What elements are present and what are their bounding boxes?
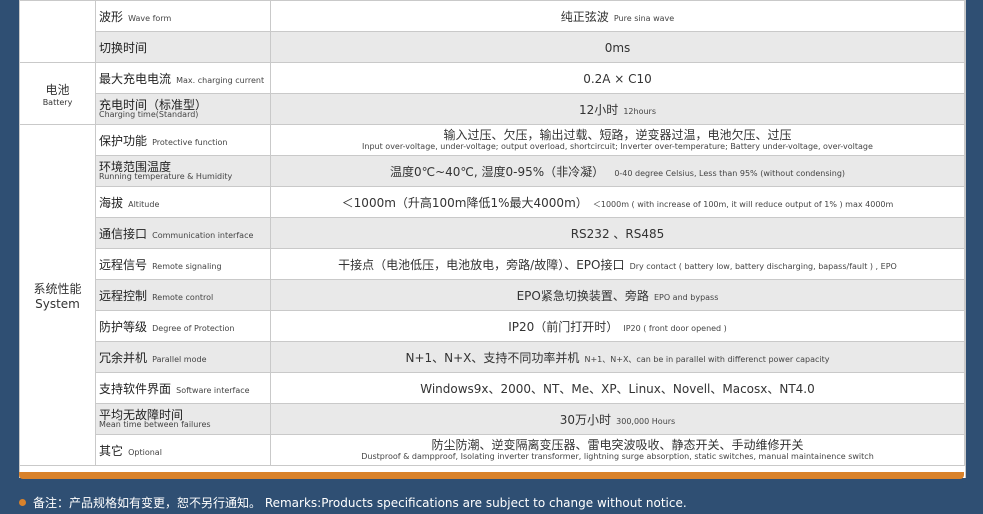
row-value: 12小时 12hours [270,93,965,125]
row-value: 干接点（电池低压，电池放电，旁路/故障）、EPO接口 Dry contact (… [270,248,965,280]
table-row: 通信接口 Communication interface RS232 、RS48… [20,217,965,249]
row-value: 0.2A × C10 [270,62,965,94]
row-value: 0ms [270,31,965,63]
row-value: RS232 、RS485 [270,217,965,249]
row-value: 30万小时 300,000 Hours [270,403,965,435]
table-row: 支持软件界面 Software interface Windows9x、2000… [20,372,965,404]
category-system: 系统性能 System [19,124,96,466]
row-label: 海拔 Altitude [95,186,271,218]
table-row: 平均无故障时间 Mean time between failures 30万小时 … [20,403,965,435]
category-output-cell [19,0,96,63]
row-label: 通信接口 Communication interface [95,217,271,249]
table-row: 远程信号 Remote signaling 干接点（电池低压，电池放电，旁路/故… [20,248,965,280]
bullet-icon [19,498,26,506]
row-label: 支持软件界面 Software interface [95,372,271,404]
table-row: 其它 Optional 防尘防潮、逆变隔离变压器、雷电突波吸收、静态开关、手动维… [20,434,965,466]
row-label: 切换时间 [95,31,271,63]
row-label: 保护功能 Protective function [95,124,271,156]
row-value: 温度0℃~40℃, 湿度0-95%（非冷凝） 0-40 degree Celsi… [270,155,965,187]
table-row: 环境范围温度 Running temperature & Humidity 温度0… [20,155,965,187]
row-label: 防护等级 Degree of Protection [95,310,271,342]
accent-bar [19,472,964,479]
spec-table: 波形 Wave form 纯正弦波 Pure sina wave 切换时间 0m… [19,0,965,466]
row-label: 环境范围温度 Running temperature & Humidity [95,155,271,187]
row-label: 其它 Optional [95,434,271,466]
row-value: 纯正弦波 Pure sina wave [270,0,965,32]
table-row: 电池 Battery 最大充电电流 Max. charging current … [19,62,965,125]
row-label: 平均无故障时间 Mean time between failures [95,403,271,435]
row-label: 远程控制 Remote control [95,279,271,311]
table-row: 海拔 Altitude ＜1000m（升高100m降低1%最大4000m） ＜1… [20,186,965,218]
table-row: 充电时间（标准型） Charging time(Standard) 12小时 12… [20,93,965,125]
table-row: 冗余并机 Parallel mode N+1、N+X、支持不同功率并机 N+1、… [20,341,965,373]
table-row: 波形 Wave form 纯正弦波 Pure sina wave [19,0,965,63]
row-label: 冗余并机 Parallel mode [95,341,271,373]
row-value: N+1、N+X、支持不同功率并机 N+1、N+X、can be in paral… [270,341,965,373]
table-row: 切换时间 0ms [20,31,965,63]
table-row: 防护等级 Degree of Protection IP20（前门打开时） IP… [20,310,965,342]
row-label: 最大充电电流 Max. charging current [95,62,271,94]
category-battery: 电池 Battery [19,62,96,125]
row-label: 充电时间（标准型） Charging time(Standard) [95,93,271,125]
table-row: 远程控制 Remote control EPO紧急切换装置、旁路 EPO and… [20,279,965,311]
footer-text: 备注：产品规格如有变更，恕不另行通知。 Remarks:Products spe… [33,495,687,510]
row-value: 防尘防潮、逆变隔离变压器、雷电突波吸收、静态开关、手动维修开关 Dustproof… [270,434,965,466]
row-label: 波形 Wave form [95,0,271,32]
row-label: 远程信号 Remote signaling [95,248,271,280]
row-value: EPO紧急切换装置、旁路 EPO and bypass [270,279,965,311]
row-value: Windows9x、2000、NT、Me、XP、Linux、Novell、Mac… [270,372,965,404]
row-value: IP20（前门打开时） IP20 ( front door opened ) [270,310,965,342]
table-row: 系统性能 System 保护功能 Protective function 输入过… [19,124,965,466]
row-value: ＜1000m（升高100m降低1%最大4000m） ＜1000m ( with … [270,186,965,218]
row-value: 输入过压、欠压，输出过载、短路，逆变器过温，电池欠压、过压 Input over-… [270,124,965,156]
footer-note: 备注：产品规格如有变更，恕不另行通知。 Remarks:Products spe… [19,492,687,512]
